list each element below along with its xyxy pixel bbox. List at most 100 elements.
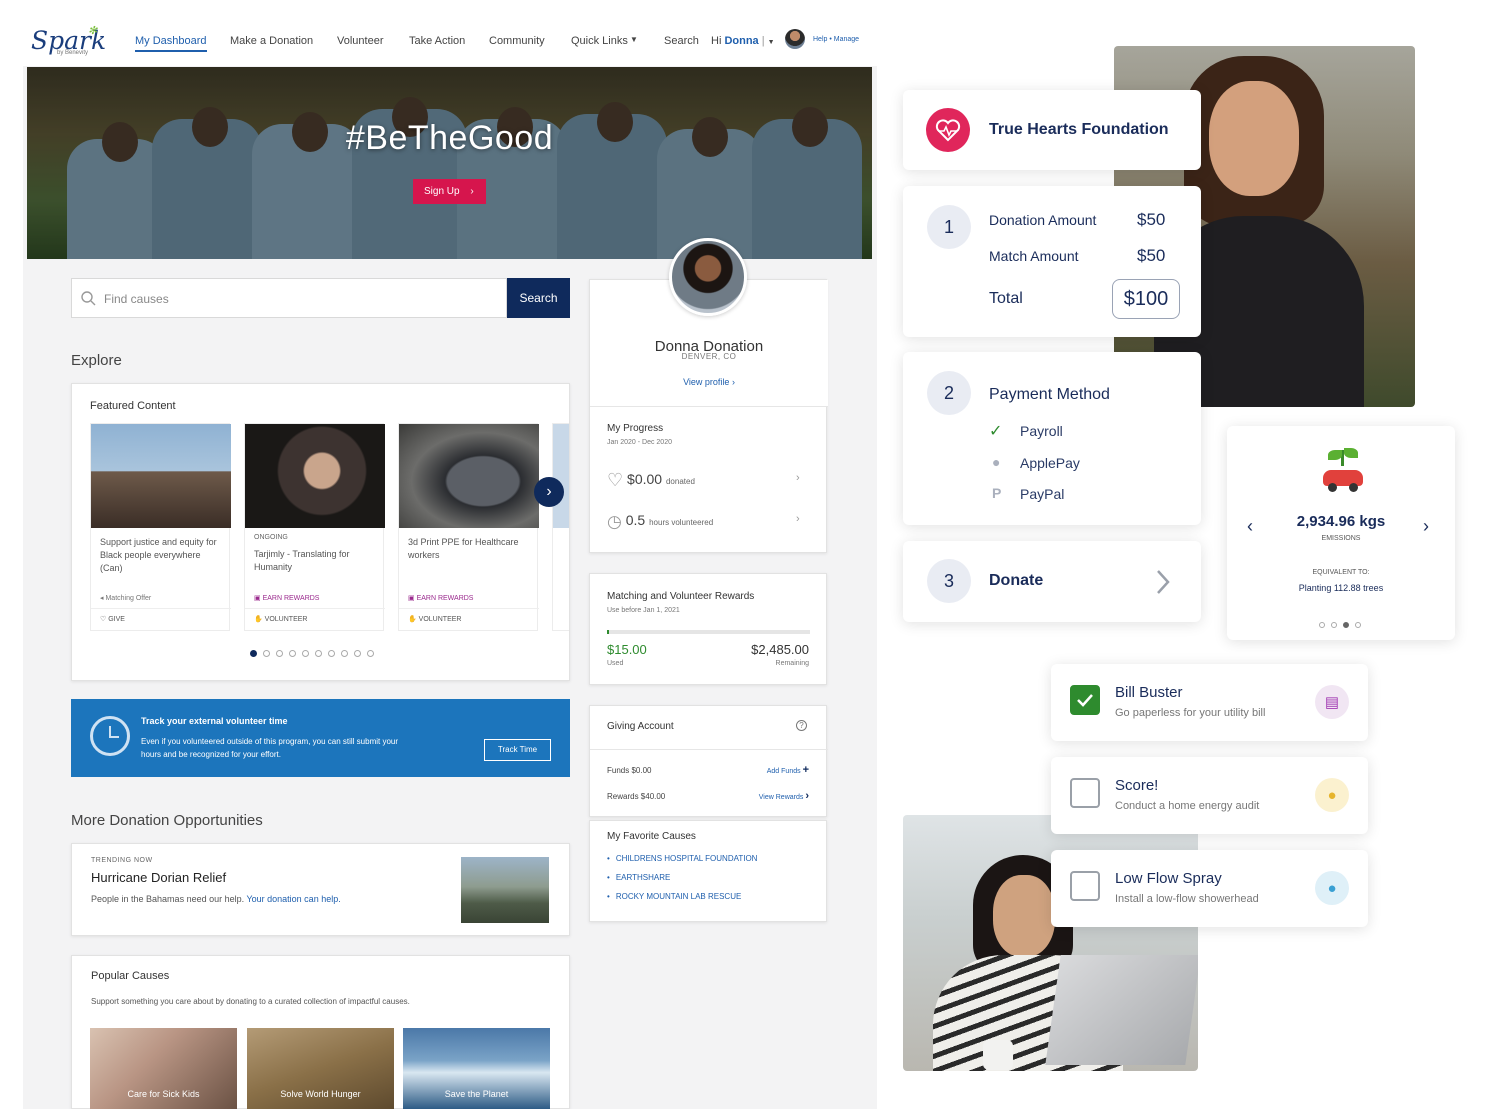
carousel-dot[interactable] [250, 650, 257, 657]
help-icon[interactable]: ? [796, 720, 807, 731]
carousel-dot[interactable] [341, 650, 348, 657]
user-greeting[interactable]: Hi Donna | ▼ [711, 35, 775, 47]
rewards-title: Matching and Volunteer Rewards [607, 591, 755, 602]
spark-logo[interactable]: Spark ✻ by Benevity [31, 24, 106, 56]
card-meta: ▣ EARN REWARDS [408, 594, 473, 602]
card-action-volunteer[interactable]: ✋ VOLUNTEER [245, 608, 385, 629]
step-1-badge: 1 [927, 205, 971, 249]
task-subtitle: Install a low-flow showerhead [1115, 893, 1259, 905]
featured-card[interactable]: Support justice and equity for Black peo… [90, 423, 231, 631]
nav-make-donation[interactable]: Make a Donation [230, 35, 313, 47]
rewards-card: Matching and Volunteer Rewards Use befor… [589, 573, 827, 685]
carousel-dot[interactable] [263, 650, 270, 657]
payment-option-payroll[interactable]: Payroll [1020, 423, 1063, 439]
card-action-give[interactable]: ♡ GIVE [91, 608, 231, 629]
view-profile-label: View profile [683, 377, 730, 387]
task-card[interactable]: Score! Conduct a home energy audit ● [1051, 757, 1368, 834]
nav-community[interactable]: Community [489, 35, 545, 47]
search-input[interactable]: Find causes [71, 278, 507, 318]
featured-card[interactable]: 3d Print PPE for Healthcare workers ▣ EA… [398, 423, 539, 631]
heart-icon: ♡ [607, 470, 624, 490]
emissions-carousel-dots[interactable] [1316, 615, 1364, 633]
greeting-text: Hi [711, 35, 722, 47]
popular-cause-tile[interactable]: Save the Planet [403, 1028, 550, 1109]
track-time-button[interactable]: Track Time [484, 739, 551, 761]
chevron-right-icon: › [546, 483, 552, 500]
hand-icon: ✋ [408, 616, 419, 623]
top-navigation: Spark ✻ by Benevity My Dashboard Make a … [23, 0, 877, 66]
card-image [245, 424, 385, 528]
trees-value: Planting 112.88 trees [1298, 583, 1384, 593]
help-manage-links[interactable]: Help • Manage [813, 36, 859, 43]
search-button[interactable]: Search [507, 278, 570, 318]
nav-search[interactable]: Search [664, 35, 699, 47]
popular-cause-tile[interactable]: Solve World Hunger [247, 1028, 394, 1109]
add-funds-link[interactable]: Add Funds + [767, 764, 809, 776]
task-card[interactable]: Low Flow Spray Install a low-flow shower… [1051, 850, 1368, 927]
featured-content-panel: Featured Content Support justice and equ… [71, 383, 570, 681]
view-profile-link[interactable]: View profile › [590, 377, 828, 387]
carousel-dot[interactable] [1331, 622, 1337, 628]
carousel-dot[interactable] [367, 650, 374, 657]
rewards-remaining: $2,485.00 [751, 642, 809, 657]
donate-label: Donate [989, 572, 1044, 589]
favorites-title: My Favorite Causes [607, 831, 696, 842]
donated-row[interactable]: ♡ $0.00 donated [607, 470, 695, 491]
carousel-dot[interactable] [276, 650, 283, 657]
total-value: $100 [1112, 279, 1180, 319]
trending-link[interactable]: Your donation can help. [246, 894, 340, 904]
carousel-dots[interactable] [247, 644, 377, 662]
hours-row[interactable]: ◷ 0.5 hours volunteered [607, 512, 713, 532]
payment-option-paypal[interactable]: PayPal [1020, 486, 1064, 502]
task-checkbox[interactable] [1070, 778, 1100, 808]
checkmark-icon: ✓ [989, 423, 1003, 440]
card-title: Tarjimly - Translating for Humanity [254, 549, 350, 572]
carousel-dot[interactable] [1343, 622, 1349, 628]
chevron-right-icon: › [796, 472, 800, 484]
task-card[interactable]: Bill Buster Go paperless for your utilit… [1051, 664, 1368, 741]
nav-my-dashboard[interactable]: My Dashboard [135, 35, 207, 52]
task-checkbox[interactable] [1070, 871, 1100, 901]
card-image [91, 424, 231, 528]
carousel-dot[interactable] [1319, 622, 1325, 628]
rewards-used-label: Used [607, 660, 624, 667]
equivalent-label: EQUIVALENT TO: [1312, 569, 1370, 576]
water-drop-icon: ● [1315, 871, 1349, 905]
carousel-dot[interactable] [315, 650, 322, 657]
carousel-dot[interactable] [289, 650, 296, 657]
photo-face [1209, 81, 1299, 196]
user-avatar[interactable] [785, 29, 805, 49]
card-action-label: GIVE [108, 616, 125, 623]
nav-volunteer[interactable]: Volunteer [337, 35, 383, 47]
emissions-card: ‹ › 2,934.96 kgs EMISSIONS EQUIVALENT TO… [1227, 426, 1455, 640]
carousel-dot[interactable] [302, 650, 309, 657]
clock-icon: ◷ [607, 512, 622, 531]
carousel-dot[interactable] [328, 650, 335, 657]
payment-option-applepay[interactable]: ApplePay [1020, 455, 1080, 471]
carousel-next-button[interactable]: › [534, 477, 564, 507]
task-checkbox[interactable] [1070, 685, 1100, 715]
carousel-dot[interactable] [354, 650, 361, 657]
nav-quick-links[interactable]: Quick Links [571, 35, 628, 47]
donate-card[interactable]: 3 Donate [903, 541, 1201, 622]
favorite-cause-link[interactable]: ROCKY MOUNTAIN LAB RESCUE [607, 892, 757, 901]
payment-title: Payment Method [989, 386, 1110, 403]
signup-button[interactable]: Sign Up › [413, 179, 486, 204]
plus-icon: + [802, 764, 809, 776]
popular-cause-tile[interactable]: Care for Sick Kids [90, 1028, 237, 1109]
favorite-cause-link[interactable]: CHILDRENS HOSPITAL FOUNDATION [607, 854, 758, 863]
nav-take-action[interactable]: Take Action [409, 35, 465, 47]
carousel-dot[interactable] [1355, 622, 1361, 628]
hours-value: 0.5 [625, 512, 646, 528]
divider: | [761, 35, 765, 47]
featured-card-peek[interactable] [552, 423, 569, 631]
rewards-progress-fill [607, 630, 609, 634]
view-rewards-link[interactable]: View Rewards › [759, 790, 809, 802]
favorite-cause-link[interactable]: EARTHSHARE [607, 873, 757, 882]
giving-title: Giving Account [607, 721, 674, 732]
card-image [399, 424, 539, 528]
trending-card[interactable]: TRENDING NOW Hurricane Dorian Relief Peo… [71, 843, 570, 936]
featured-card[interactable]: ONGOING Tarjimly - Translating for Human… [244, 423, 385, 631]
payment-method-card: 2 Payment Method ✓ Payroll ● ApplePay P … [903, 352, 1201, 525]
card-action-volunteer[interactable]: ✋ VOLUNTEER [399, 608, 539, 629]
